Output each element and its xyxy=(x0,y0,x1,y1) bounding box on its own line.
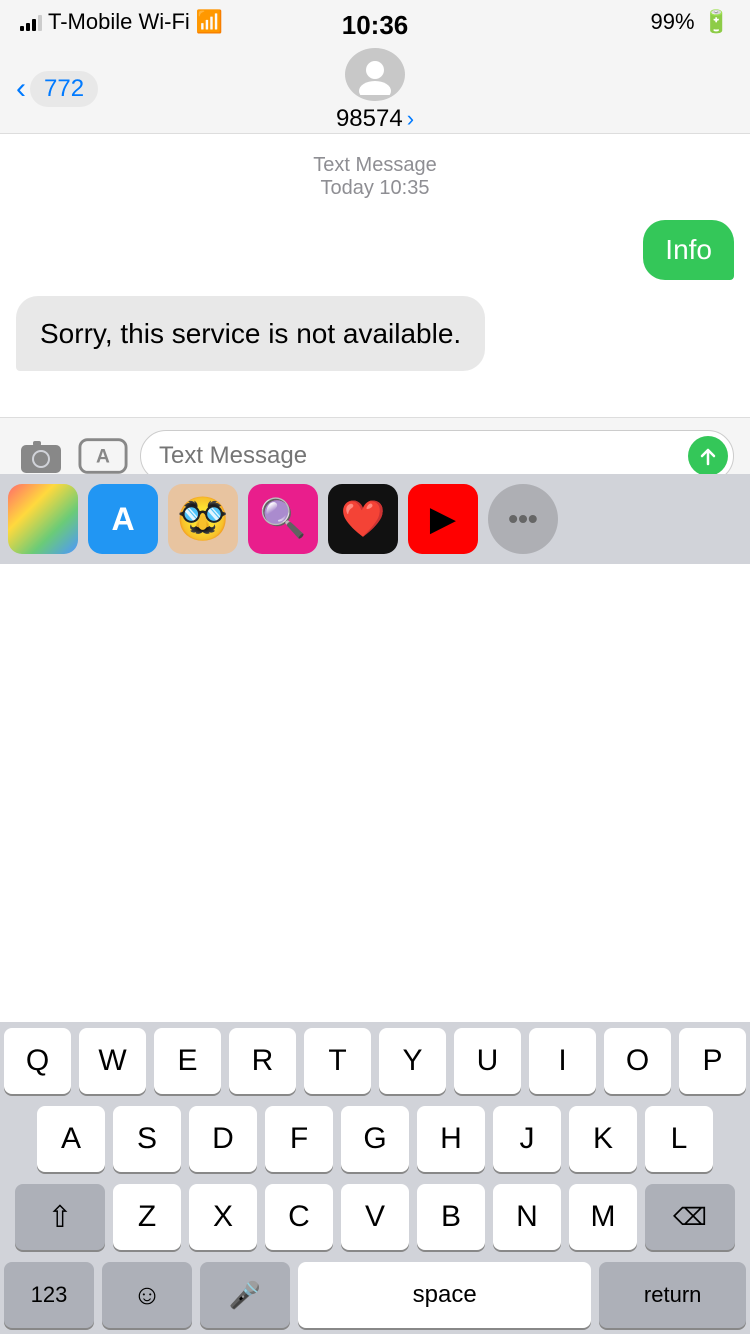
nav-header: ‹ 772 98574 › xyxy=(0,44,750,134)
key-c[interactable]: C xyxy=(265,1184,333,1250)
chat-area: Text Message Today 10:35 Info Sorry, thi… xyxy=(0,134,750,407)
key-x[interactable]: X xyxy=(189,1184,257,1250)
memoji-app-icon[interactable]: 🥸 xyxy=(168,484,238,554)
wifi-icon: 📶 xyxy=(196,9,223,35)
contact-chevron-icon: › xyxy=(407,106,414,132)
signal-bars-icon xyxy=(20,13,42,31)
shift-key[interactable]: ⇧ xyxy=(15,1184,105,1250)
contact-name[interactable]: 98574 › xyxy=(336,105,414,133)
key-f[interactable]: F xyxy=(265,1106,333,1172)
mic-key[interactable]: 🎤 xyxy=(200,1262,290,1328)
delete-key[interactable]: ⌫ xyxy=(645,1184,735,1250)
key-r[interactable]: R xyxy=(229,1028,296,1094)
key-o[interactable]: O xyxy=(604,1028,671,1094)
received-message-bubble: Sorry, this service is not available. xyxy=(16,296,734,371)
keyboard-row-1: Q W E R T Y U I O P xyxy=(0,1022,750,1100)
emoji-key[interactable]: ☺ xyxy=(102,1262,192,1328)
key-y[interactable]: Y xyxy=(379,1028,446,1094)
send-button[interactable] xyxy=(688,436,728,476)
status-bar: T-Mobile Wi-Fi 📶 10:36 99% 🔋 xyxy=(0,0,750,44)
key-t[interactable]: T xyxy=(304,1028,371,1094)
keyboard-row-3: ⇧ Z X C V B N M ⌫ xyxy=(0,1178,750,1256)
key-u[interactable]: U xyxy=(454,1028,521,1094)
key-a[interactable]: A xyxy=(37,1106,105,1172)
keyboard-row-2: A S D F G H J K L xyxy=(0,1100,750,1178)
key-d[interactable]: D xyxy=(189,1106,257,1172)
more-apps-button[interactable]: ••• xyxy=(488,484,558,554)
camera-icon xyxy=(19,437,63,475)
back-button[interactable]: ‹ 772 xyxy=(16,71,98,107)
key-b[interactable]: B xyxy=(417,1184,485,1250)
key-i[interactable]: I xyxy=(529,1028,596,1094)
send-arrow-icon xyxy=(696,444,720,468)
keyboard-row-4: 123 ☺ 🎤 space return xyxy=(0,1256,750,1334)
key-v[interactable]: V xyxy=(341,1184,409,1250)
contact-avatar xyxy=(345,48,405,101)
status-right: 99% 🔋 xyxy=(651,9,730,35)
sent-bubble-text: Info xyxy=(643,220,734,280)
key-h[interactable]: H xyxy=(417,1106,485,1172)
key-k[interactable]: K xyxy=(569,1106,637,1172)
numbers-key[interactable]: 123 xyxy=(4,1262,94,1328)
key-s[interactable]: S xyxy=(113,1106,181,1172)
key-q[interactable]: Q xyxy=(4,1028,71,1094)
key-e[interactable]: E xyxy=(154,1028,221,1094)
battery-icon: 🔋 xyxy=(703,9,730,35)
quick-apps-row: A 🥸 🔍 ❤️ ▶ ••• xyxy=(0,474,750,564)
sent-message-bubble: Info xyxy=(16,220,734,280)
status-left: T-Mobile Wi-Fi 📶 xyxy=(20,9,223,35)
photos-app-icon[interactable] xyxy=(8,484,78,554)
key-m[interactable]: M xyxy=(569,1184,637,1250)
heart-app-icon[interactable]: ❤️ xyxy=(328,484,398,554)
received-bubble-text: Sorry, this service is not available. xyxy=(16,296,485,371)
youtube-app-icon[interactable]: ▶ xyxy=(408,484,478,554)
message-timestamp: Text Message Today 10:35 xyxy=(16,154,734,200)
key-w[interactable]: W xyxy=(79,1028,146,1094)
key-z[interactable]: Z xyxy=(113,1184,181,1250)
key-l[interactable]: L xyxy=(645,1106,713,1172)
appstore-icon: A xyxy=(78,437,128,475)
globe-app-icon[interactable]: 🔍 xyxy=(248,484,318,554)
carrier-label: T-Mobile Wi-Fi xyxy=(48,9,190,35)
back-chevron-icon: ‹ xyxy=(16,74,26,104)
appstore-app-icon[interactable]: A xyxy=(88,484,158,554)
key-n[interactable]: N xyxy=(493,1184,561,1250)
status-time: 10:36 xyxy=(342,10,409,41)
back-badge: 772 xyxy=(30,71,98,107)
space-key[interactable]: space xyxy=(298,1262,591,1328)
return-key[interactable]: return xyxy=(599,1262,746,1328)
keyboard: Q W E R T Y U I O P A S D F G H J K L ⇧ … xyxy=(0,1022,750,1334)
battery-label: 99% xyxy=(651,9,695,35)
key-j[interactable]: J xyxy=(493,1106,561,1172)
key-g[interactable]: G xyxy=(341,1106,409,1172)
person-icon xyxy=(355,55,395,95)
key-p[interactable]: P xyxy=(679,1028,746,1094)
svg-text:A: A xyxy=(96,447,110,468)
